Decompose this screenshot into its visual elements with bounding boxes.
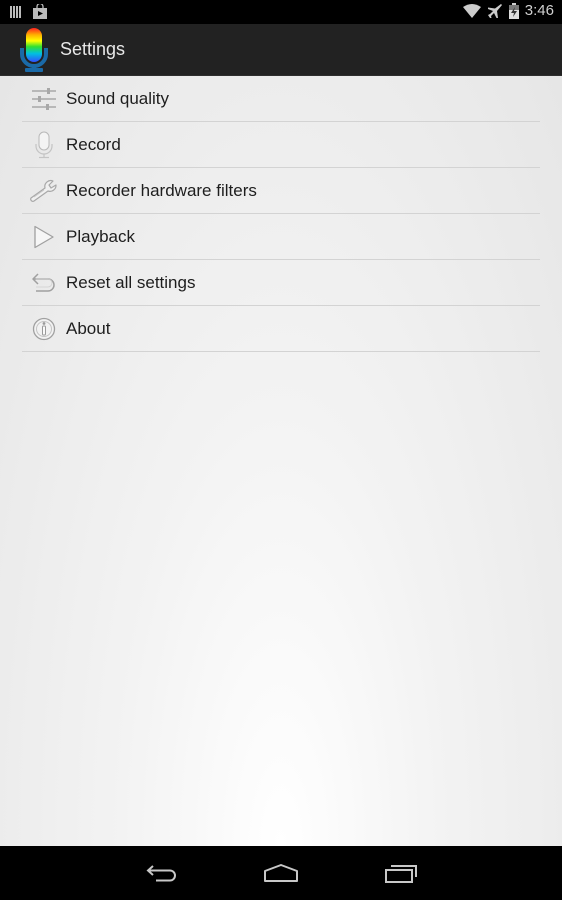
status-time: 3:46: [524, 2, 554, 19]
home-button[interactable]: [256, 858, 306, 888]
page-title: Settings: [60, 39, 126, 59]
settings-item-label: Recorder hardware filters: [66, 180, 257, 200]
navigation-bar: [0, 846, 562, 900]
wrench-icon: [24, 176, 64, 206]
sliders-icon: [24, 84, 64, 114]
play-icon: [24, 222, 64, 252]
airplane-mode-icon: [487, 3, 502, 18]
play-store-icon: [33, 4, 47, 19]
settings-item-hardware-filters[interactable]: Recorder hardware filters: [22, 168, 540, 214]
settings-item-label: Playback: [66, 226, 135, 246]
settings-item-label: Sound quality: [66, 88, 170, 108]
settings-item-sound-quality[interactable]: Sound quality: [22, 76, 540, 122]
action-bar: Settings: [0, 24, 562, 76]
settings-item-label: Reset all settings: [66, 272, 196, 292]
settings-item-reset[interactable]: Reset all settings: [22, 260, 540, 306]
status-bar: 3:46: [0, 0, 562, 24]
settings-item-label: Record: [66, 134, 121, 154]
back-icon: [146, 865, 176, 882]
settings-item-label: About: [66, 318, 111, 338]
info-icon: [24, 314, 64, 344]
microphone-icon: [24, 130, 64, 160]
settings-content: Sound quality Record Recorder hardware f…: [0, 76, 562, 846]
settings-item-playback[interactable]: Playback: [22, 214, 540, 260]
settings-item-about[interactable]: About: [22, 306, 540, 352]
battery-charging-icon: [508, 2, 519, 19]
wifi-icon: [462, 3, 481, 18]
undo-icon: [24, 268, 64, 298]
home-icon: [264, 864, 298, 882]
rainbow-microphone-icon[interactable]: [18, 26, 50, 74]
recent-apps-button[interactable]: [376, 858, 426, 888]
barcode-icon: [10, 6, 21, 18]
recent-apps-icon: [385, 865, 417, 883]
settings-list: Sound quality Record Recorder hardware f…: [22, 76, 540, 352]
back-button[interactable]: [137, 858, 187, 888]
settings-item-record[interactable]: Record: [22, 122, 540, 168]
